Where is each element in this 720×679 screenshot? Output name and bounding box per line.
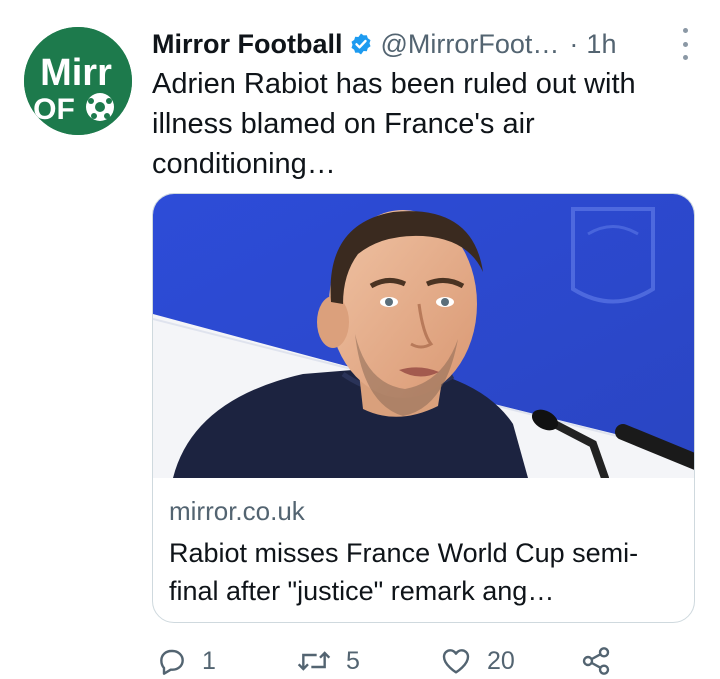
author-name[interactable]: Mirror Football [152, 29, 343, 60]
tweet-text: Adrien Rabiot has been ruled out with il… [152, 68, 636, 180]
retweet-button[interactable]: 5 [296, 645, 360, 677]
separator-dot: · [569, 28, 579, 59]
card-body[interactable]: mirror.co.uk Rabiot misses France World … [169, 494, 678, 610]
retweet-icon [297, 651, 331, 671]
retweet-count: 5 [346, 646, 360, 675]
share-icon [582, 647, 610, 675]
mirror-football-logo: Mirr OF [24, 27, 132, 135]
link-card[interactable]: mirror.co.uk Rabiot misses France World … [152, 193, 695, 623]
reply-button[interactable]: 1 [156, 645, 216, 677]
card-image[interactable] [153, 194, 694, 478]
reply-icon [160, 649, 184, 675]
author-handle[interactable]: @MirrorFoot… [381, 29, 560, 60]
timestamp[interactable]: 1h [586, 29, 616, 60]
card-domain: mirror.co.uk [169, 496, 305, 526]
like-count: 20 [487, 646, 515, 675]
svg-text:Mirr: Mirr [40, 52, 112, 94]
card-title: Rabiot misses France World Cup semi-fina… [169, 538, 639, 606]
svg-text:OF: OF [33, 93, 75, 126]
tweet-actions: 1 5 20 [156, 645, 626, 679]
verified-badge-icon [349, 32, 373, 56]
like-button[interactable]: 20 [439, 645, 515, 677]
more-icon[interactable] [678, 28, 692, 60]
tweet-header: Mirror Football @MirrorFoot… · 1h [152, 24, 696, 64]
reply-count: 1 [202, 646, 216, 675]
share-button[interactable] [580, 645, 612, 677]
like-icon [442, 649, 470, 674]
avatar[interactable]: Mirr OF [24, 27, 132, 135]
